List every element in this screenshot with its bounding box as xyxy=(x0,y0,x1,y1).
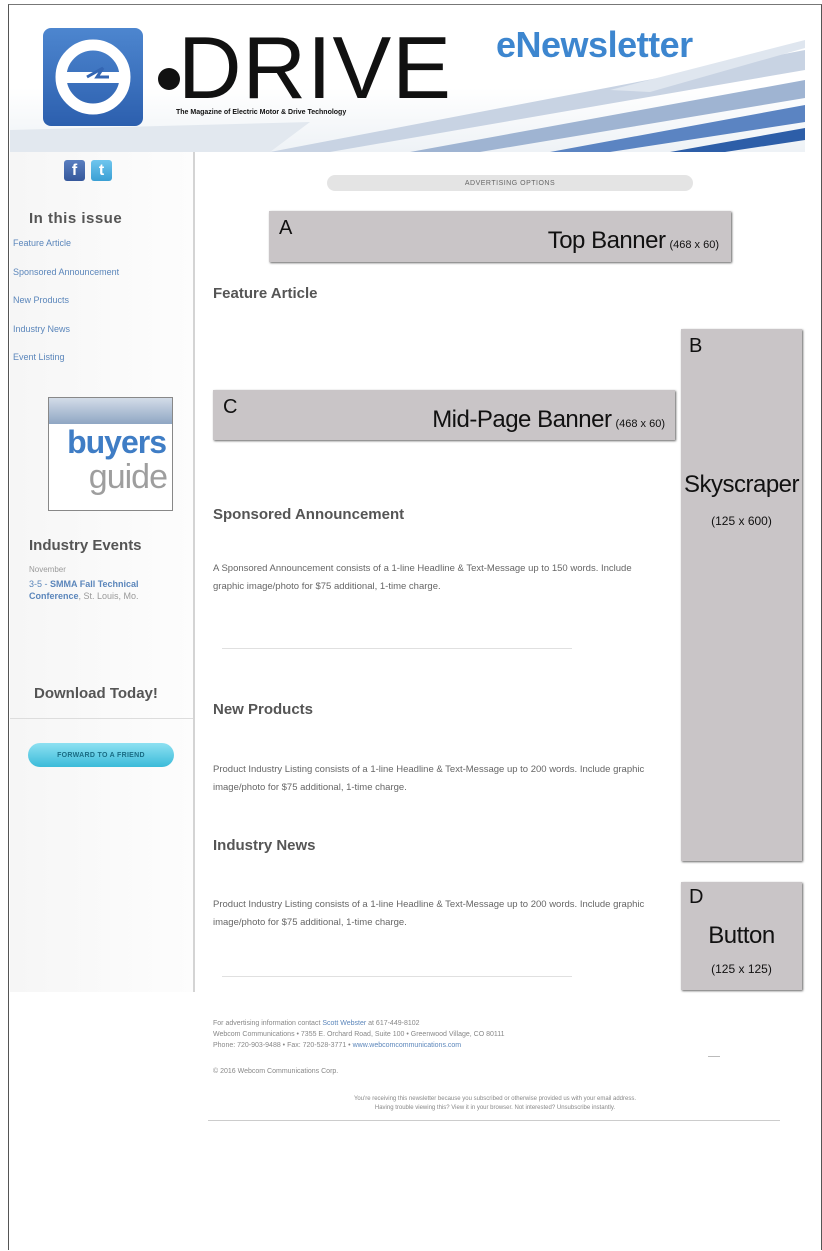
footer-copyright: © 2016 Webcom Communications Corp. xyxy=(213,1068,339,1075)
sidebar-link-event-listing[interactable]: Event Listing xyxy=(13,352,65,362)
footer-contact: For advertising information contact Scot… xyxy=(213,1018,505,1051)
footer-line-3: Phone: 720-903-9488 • Fax: 720-528-3771 … xyxy=(213,1042,462,1049)
section-divider xyxy=(222,976,572,977)
newsletter-title: eNewsletter xyxy=(496,24,693,65)
ad-top-banner[interactable]: A Top Banner (468 x 60) xyxy=(269,211,731,262)
ad-mid-page-banner[interactable]: C Mid-Page Banner (468 x 60) xyxy=(213,390,675,440)
ad-label: Top Banner (468 x 60) xyxy=(547,227,719,254)
sidebar-link-new-products[interactable]: New Products xyxy=(13,295,69,305)
forward-to-friend-button[interactable]: FORWARD TO A FRIEND xyxy=(28,743,174,767)
ad-label: Mid-Page Banner (468 x 60) xyxy=(432,406,665,433)
event-dates: 3-5 - xyxy=(29,579,48,589)
ad-size: (125 x 125) xyxy=(711,962,772,976)
industry-news-body: Product Industry Listing consists of a 1… xyxy=(213,899,645,928)
buyers-guide-header-graphic xyxy=(49,398,172,424)
ad-size: (468 x 60) xyxy=(669,239,719,251)
ad-letter: D xyxy=(689,886,704,908)
ad-skyscraper[interactable]: B Skyscraper (125 x 600) xyxy=(681,329,802,861)
industry-events-heading: Industry Events xyxy=(29,537,142,554)
sidebar-link-industry-news[interactable]: Industry News xyxy=(13,324,70,334)
buyers-guide-word-guide: guide xyxy=(88,458,168,496)
sidebar-link-feature-article[interactable]: Feature Article xyxy=(13,238,71,248)
footer-notice-line-1: You're receiving this newsletter because… xyxy=(353,1096,637,1102)
sidebar-link-sponsored-announcement[interactable]: Sponsored Announcement xyxy=(13,267,119,277)
event-entry: 3-5 - SMMA Fall Technical Conference, St… xyxy=(29,578,189,602)
footer-bottom-rule xyxy=(208,1120,780,1121)
logo-dot xyxy=(158,68,180,90)
facebook-icon[interactable]: f xyxy=(64,160,85,181)
download-today-heading: Download Today! xyxy=(34,685,158,702)
buyers-guide-word-buyers: buyers xyxy=(67,424,167,460)
footer-line-1: For advertising information contact Scot… xyxy=(213,1020,420,1027)
sidebar: f t In this issue Feature Article Sponso… xyxy=(10,152,195,992)
ad-letter: B xyxy=(689,335,703,357)
e-logo-icon xyxy=(43,28,143,126)
logo-wordmark: DRIVE xyxy=(178,18,452,117)
in-this-issue-heading: In this issue xyxy=(29,210,123,227)
ad-label: Skyscraper xyxy=(683,471,800,498)
event-location: , St. Louis, Mo. xyxy=(78,591,139,601)
logo-tagline: The Magazine of Electric Motor & Drive T… xyxy=(176,109,347,116)
footer-notice: You're receiving this newsletter because… xyxy=(290,1095,700,1113)
masthead: DRIVE The Magazine of Electric Motor & D… xyxy=(10,10,805,152)
sidebar-divider xyxy=(10,718,193,719)
website-link[interactable]: www.webcomcommunications.com xyxy=(353,1042,462,1049)
contact-link[interactable]: Scott Webster xyxy=(322,1020,366,1027)
ad-button[interactable]: D Button (125 x 125) xyxy=(681,882,802,990)
ad-size: (125 x 600) xyxy=(711,514,772,528)
sponsored-announcement-heading: Sponsored Announcement xyxy=(213,506,405,523)
social-links: f t xyxy=(64,160,112,181)
twitter-icon[interactable]: t xyxy=(91,160,112,181)
event-month: November xyxy=(29,565,66,574)
ad-letter: C xyxy=(223,396,238,418)
buyers-guide-banner[interactable]: buyers guide xyxy=(48,397,173,511)
section-divider xyxy=(222,648,572,649)
footer-line-2: Webcom Communications • 7355 E. Orchard … xyxy=(213,1031,505,1038)
feature-article-heading: Feature Article xyxy=(213,285,318,302)
footer-mark xyxy=(708,1056,720,1057)
ad-label: Button xyxy=(708,922,775,949)
industry-news-heading: Industry News xyxy=(213,837,316,854)
new-products-heading: New Products xyxy=(213,701,314,718)
sponsored-announcement-body: A Sponsored Announcement consists of a 1… xyxy=(213,563,632,592)
ad-size: (468 x 60) xyxy=(615,418,665,430)
ad-letter: A xyxy=(279,217,293,239)
footer-notice-line-2[interactable]: Having trouble viewing this? View it in … xyxy=(290,1104,700,1113)
new-products-body: Product Industry Listing consists of a 1… xyxy=(213,764,645,793)
advertising-options-bar: ADVERTISING OPTIONS xyxy=(327,175,693,191)
